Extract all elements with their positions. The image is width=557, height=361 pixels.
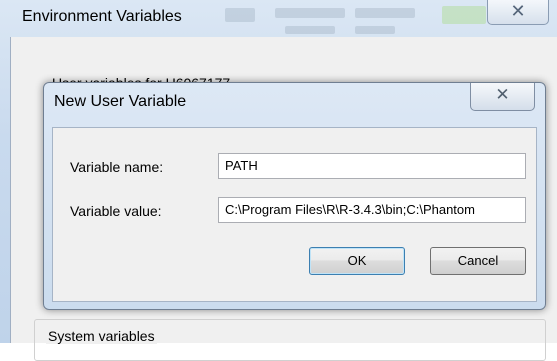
variable-name-label: Variable name:	[70, 159, 164, 175]
close-icon: ✕	[510, 1, 526, 22]
new-user-variable-dialog: New User Variable ✕ Variable name: PATH …	[43, 82, 546, 310]
dialog-close-button[interactable]: ✕	[470, 83, 535, 111]
close-icon: ✕	[495, 85, 510, 105]
dialog-title: New User Variable	[54, 93, 187, 110]
dialog-client-area: Variable name: PATH Variable value: C:\P…	[52, 127, 537, 302]
system-variables-label: System variables	[46, 328, 157, 344]
cancel-button[interactable]: Cancel	[430, 247, 526, 275]
variable-name-field[interactable]: PATH	[218, 153, 526, 179]
variable-value-label: Variable value:	[70, 203, 162, 219]
window-close-button[interactable]: ✕	[487, 0, 549, 25]
background-green-chip	[442, 6, 486, 24]
window-title: Environment Variables	[22, 8, 182, 25]
ok-button[interactable]: OK	[309, 247, 405, 275]
variable-value-field[interactable]: C:\Program Files\R\R-3.4.3\bin;C:\Phanto…	[218, 197, 526, 223]
